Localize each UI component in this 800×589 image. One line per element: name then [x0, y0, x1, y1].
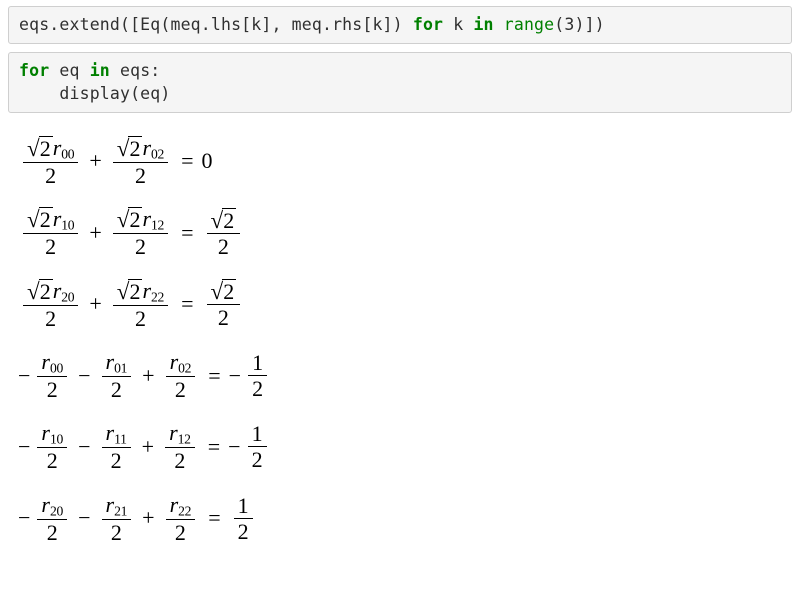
- code-token: range: [504, 15, 555, 34]
- code-token: eqs.extend([Eq(meq.lhs[k], meq.rhs[k]): [19, 15, 413, 34]
- operator: +: [89, 220, 101, 246]
- fraction: √22: [207, 207, 241, 259]
- equals-sign: =: [208, 363, 220, 389]
- minus-sign: −: [18, 434, 30, 460]
- fraction: √2r122: [113, 206, 168, 259]
- fraction: √2r222: [113, 278, 168, 331]
- minus-sign: −: [18, 363, 30, 389]
- r-sub: r02: [170, 349, 192, 374]
- equation-row: −r202−r212+r222=12: [18, 492, 788, 545]
- sqrt: √2: [117, 207, 143, 232]
- fraction: r102: [37, 420, 67, 473]
- operator: +: [89, 148, 101, 174]
- fraction: r112: [102, 420, 131, 473]
- r-sub: r20: [53, 278, 75, 303]
- sqrt: √2: [211, 279, 237, 304]
- code-token: for: [19, 61, 49, 80]
- sqrt: √2: [117, 279, 143, 304]
- minus-sign: −: [229, 363, 241, 389]
- equation-row: −r002−r012+r022=−12: [18, 349, 788, 402]
- r-sub: r01: [106, 349, 128, 374]
- code-token: in: [473, 15, 493, 34]
- operator: −: [78, 363, 90, 389]
- code-cell-2: for eq in eqs: display(eq): [8, 52, 792, 113]
- r-sub: r11: [106, 420, 127, 445]
- minus-sign: −: [228, 434, 240, 460]
- fraction: 12: [248, 350, 267, 402]
- r-sub: r22: [142, 278, 164, 303]
- code-token: [494, 15, 504, 34]
- r-sub: r12: [169, 420, 191, 445]
- code-cell-1: eqs.extend([Eq(meq.lhs[k], meq.rhs[k]) f…: [8, 6, 792, 44]
- r-sub: r10: [53, 206, 75, 231]
- equation-row: −r102−r112+r122=−12: [18, 420, 788, 473]
- equation-output: √2r002+√2r022=0√2r102+√2r122=√22√2r202+√…: [8, 121, 792, 565]
- sqrt: √2: [117, 136, 143, 161]
- fraction: 12: [234, 493, 253, 545]
- equals-sign: =: [181, 148, 193, 174]
- operator: +: [142, 434, 154, 460]
- sqrt: √2: [27, 136, 53, 161]
- fraction: 12: [248, 421, 267, 473]
- equals-sign: =: [181, 291, 193, 317]
- r-sub: r12: [142, 206, 164, 231]
- fraction: r202: [37, 492, 67, 545]
- fraction: √22: [207, 278, 241, 330]
- code-token: 3: [564, 15, 574, 34]
- fraction: √2r002: [23, 135, 78, 188]
- fraction: √2r202: [23, 278, 78, 331]
- r-sub: r21: [106, 492, 128, 517]
- sqrt: √2: [27, 207, 53, 232]
- r-sub: r02: [142, 135, 164, 160]
- fraction: r122: [165, 420, 195, 473]
- r-sub: r22: [170, 492, 192, 517]
- equation-row: √2r002 + √2r022 = 0: [18, 135, 788, 188]
- code-token: eq: [49, 61, 89, 80]
- r-sub: r00: [53, 135, 75, 160]
- operator: −: [78, 505, 90, 531]
- minus-sign: −: [18, 505, 30, 531]
- r-sub: r10: [41, 420, 63, 445]
- equation-row: √2r102 + √2r122 = √22: [18, 206, 788, 259]
- equals-sign: =: [208, 434, 220, 460]
- fraction: r222: [166, 492, 196, 545]
- equals-sign: =: [208, 505, 220, 531]
- operator: −: [78, 434, 90, 460]
- rhs-value: 0: [202, 148, 213, 174]
- fraction: r012: [102, 349, 132, 402]
- equation-row: √2r202 + √2r222 = √22: [18, 278, 788, 331]
- code-token: in: [90, 61, 110, 80]
- operator: +: [142, 505, 154, 531]
- r-sub: r00: [41, 349, 63, 374]
- code-token: for: [413, 15, 443, 34]
- fraction: r022: [166, 349, 196, 402]
- r-sub: r20: [41, 492, 63, 517]
- fraction: √2r102: [23, 206, 78, 259]
- code-token: k: [443, 15, 473, 34]
- operator: +: [89, 291, 101, 317]
- fraction: √2r022: [113, 135, 168, 188]
- fraction: r002: [37, 349, 67, 402]
- operator: +: [142, 363, 154, 389]
- sqrt: √2: [211, 208, 237, 233]
- code-token: )]): [574, 15, 604, 34]
- sqrt: √2: [27, 279, 53, 304]
- code-token: (: [554, 15, 564, 34]
- fraction: r212: [102, 492, 132, 545]
- equals-sign: =: [181, 220, 193, 246]
